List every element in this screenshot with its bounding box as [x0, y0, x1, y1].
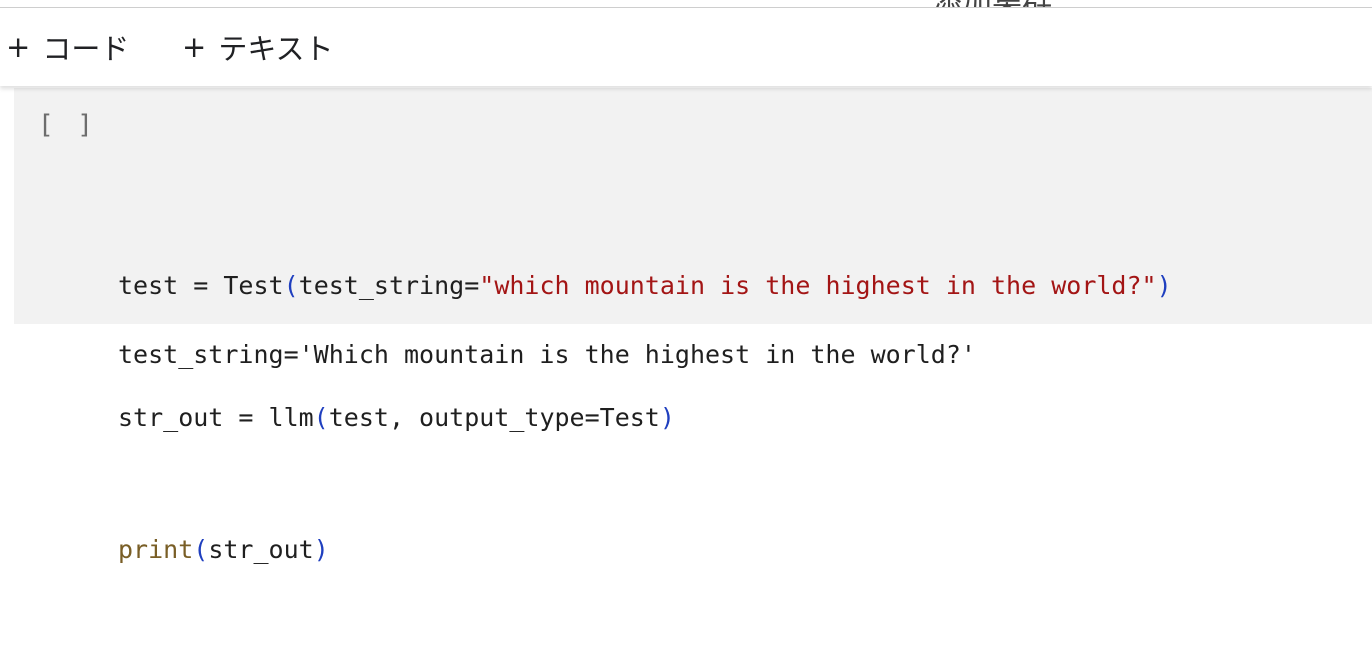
plus-icon: +: [182, 30, 207, 64]
code-paren: ): [1156, 271, 1172, 300]
code-token: test_string=: [298, 271, 480, 300]
cell-output: test_string='Which mountain is the highe…: [118, 340, 976, 369]
code-line: print(str_out): [118, 528, 1172, 572]
code-token: str_out: [208, 535, 314, 564]
code-string: "which mountain is the highest in the wo…: [479, 271, 1157, 300]
code-editor[interactable]: test = Test(test_string="which mountain …: [118, 176, 1172, 660]
code-paren: (: [283, 271, 299, 300]
add-code-label: コード: [42, 32, 130, 66]
add-text-label: テキスト: [218, 32, 334, 66]
code-builtin: print: [118, 535, 194, 564]
code-paren: ): [659, 403, 675, 432]
code-paren: (: [193, 535, 209, 564]
add-code-button[interactable]: + コード: [6, 8, 129, 86]
run-cell-button[interactable]: [ ]: [38, 110, 97, 140]
code-token: str_out = llm: [118, 403, 314, 432]
code-token: test, output_type=Test: [328, 403, 660, 432]
code-token: test = Test: [118, 271, 284, 300]
code-paren: (: [313, 403, 329, 432]
code-paren: ): [313, 535, 329, 564]
add-text-button[interactable]: + テキスト: [182, 8, 333, 86]
code-line: test = Test(test_string="which mountain …: [118, 264, 1172, 308]
clipped-header-text: 添加集群: [932, 0, 1052, 7]
code-cell[interactable]: [ ] test = Test(test_string="which mount…: [14, 88, 1372, 564]
code-line: str_out = llm(test, output_type=Test): [118, 396, 1172, 440]
top-header-strip: 添加集群: [0, 0, 1372, 8]
notebook-toolbar: + コード + テキスト: [0, 8, 1372, 86]
plus-icon: +: [6, 30, 31, 64]
